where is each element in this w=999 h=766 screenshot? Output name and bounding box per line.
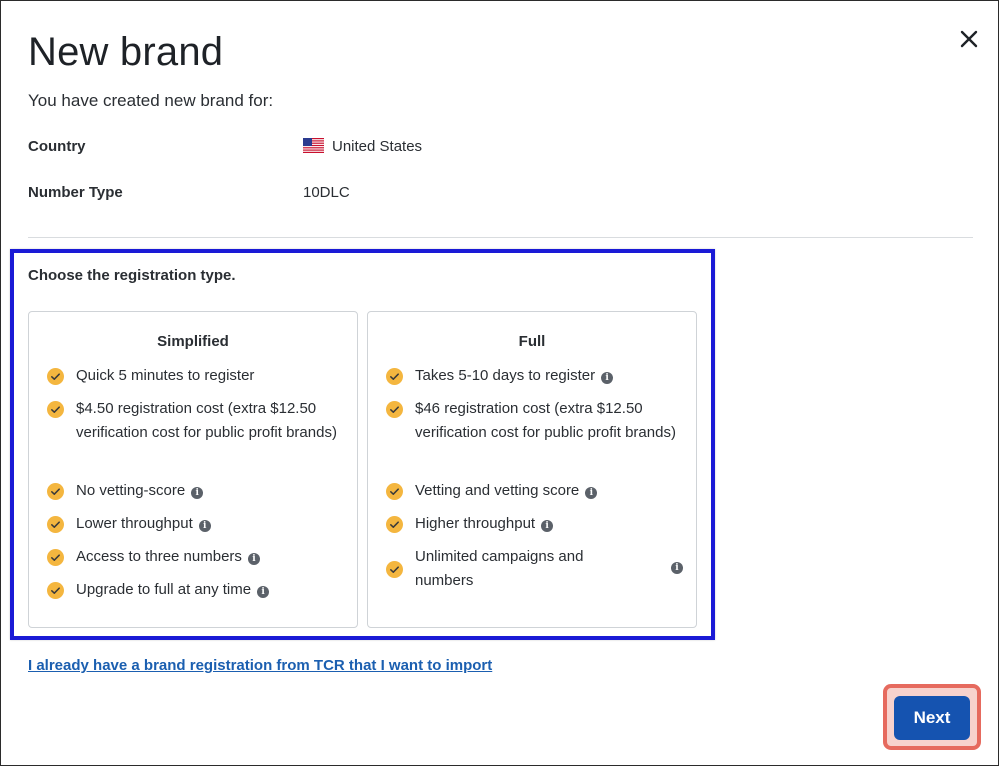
feature-text: $46 registration cost (extra $12.50 veri… [415,400,676,441]
number-type-value: 10DLC [303,184,350,201]
option-title: Simplified [157,333,229,350]
info-icon[interactable]: i [541,520,554,532]
dialog-title: New brand [28,30,224,74]
feature-item: $4.50 registration cost (extra $12.50 ve… [47,397,343,445]
country-value: United States [332,138,423,155]
check-icon [386,401,403,418]
registration-option-simplified[interactable]: Simplified Quick 5 minutes to register $… [28,311,358,628]
check-icon [47,549,64,566]
country-label: Country [28,138,86,155]
feature-text: Upgrade to full at any time [76,581,252,598]
us-flag-icon [303,138,324,153]
feature-item: Access to three numbers i [47,545,343,569]
feature-text: $4.50 registration cost (extra $12.50 ve… [76,400,337,441]
check-icon [386,483,403,500]
section-divider [28,237,973,238]
feature-text: Higher throughput [415,515,536,532]
info-icon[interactable]: i [671,562,683,574]
feature-item: No vetting-score i [47,479,343,503]
next-button[interactable]: Next [894,696,970,740]
info-icon[interactable]: i [585,487,598,499]
feature-item: Takes 5-10 days to register i [386,364,682,388]
registration-prompt: Choose the registration type. [28,267,236,284]
info-icon[interactable]: i [601,372,614,384]
feature-text: Access to three numbers [76,548,242,565]
close-icon[interactable] [954,24,984,54]
feature-text: Lower throughput [76,515,193,532]
feature-item: Unlimited campaigns and numbers [386,545,636,593]
number-type-label: Number Type [28,184,123,201]
feature-text: Unlimited campaigns and numbers [415,548,584,589]
check-icon [47,401,64,418]
check-icon [386,516,403,533]
feature-item: Lower throughput i [47,512,343,536]
check-icon [47,368,64,385]
country-value-row: United States [303,138,422,155]
feature-item: Higher throughput i [386,512,682,536]
feature-text: Vetting and vetting score [415,482,580,499]
dialog-subtitle: You have created new brand for: [28,91,274,110]
check-icon [47,483,64,500]
feature-item: Quick 5 minutes to register [47,364,343,388]
feature-item: $46 registration cost (extra $12.50 veri… [386,397,682,445]
feature-text: Quick 5 minutes to register [76,367,255,384]
info-icon[interactable]: i [257,586,270,598]
feature-text: Takes 5-10 days to register [415,367,596,384]
feature-text: No vetting-score [76,482,186,499]
check-icon [47,582,64,599]
registration-option-full[interactable]: Full Takes 5-10 days to register i $46 re… [367,311,697,628]
info-icon[interactable]: i [198,520,211,532]
check-icon [386,368,403,385]
feature-item: Vetting and vetting score i [386,479,682,503]
import-brand-link[interactable]: I already have a brand registration from… [28,657,492,674]
info-icon[interactable]: i [247,553,260,565]
feature-item: Upgrade to full at any time i [47,578,343,602]
check-icon [386,561,403,578]
option-title: Full [518,333,546,350]
check-icon [47,516,64,533]
info-icon[interactable]: i [191,487,204,499]
